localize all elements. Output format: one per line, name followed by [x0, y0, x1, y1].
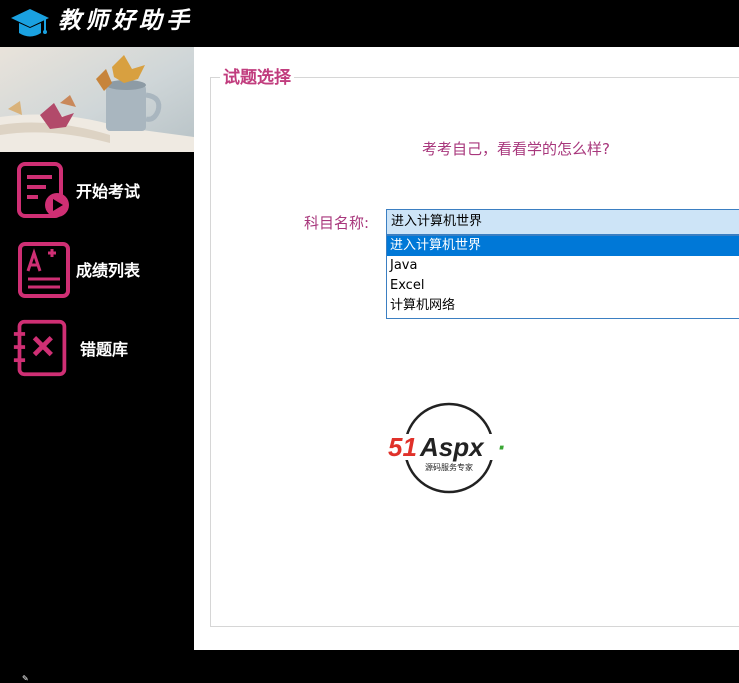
sidebar-item-label: 开始考试: [76, 182, 141, 201]
group-legend: 试题选择: [220, 65, 294, 91]
graduation-cap-icon: [11, 9, 49, 37]
decorative-glyph: ✎: [22, 674, 29, 683]
app-header: 教师好助手: [0, 0, 739, 47]
subject-name-label: 科目名称:: [304, 214, 370, 232]
svg-text:51: 51: [388, 432, 417, 462]
prompt-text: 考考自己，看看学的怎么样?: [422, 140, 610, 158]
sidebar-item-wrong-questions[interactable]: 错题库: [0, 315, 194, 385]
dropdown-option[interactable]: Excel: [387, 276, 739, 296]
sidebar-banner-image: [0, 47, 194, 152]
wrong-questions-icon: [13, 319, 67, 377]
sidebar-item-label: 成绩列表: [76, 261, 141, 280]
app-title: 教师好助手: [58, 7, 193, 34]
subject-dropdown-list: 进入计算机世界 Java Excel 计算机网络: [386, 235, 739, 319]
svg-text:Aspx: Aspx: [419, 432, 485, 462]
dropdown-option[interactable]: 计算机网络: [387, 296, 739, 316]
sidebar-item-label: 错题库: [80, 340, 129, 359]
sidebar-item-start-exam[interactable]: 开始考试: [0, 155, 194, 225]
dropdown-option[interactable]: 进入计算机世界: [387, 236, 739, 256]
51aspx-logo: 51 Aspx · 源码服务专家: [386, 402, 514, 494]
exam-start-icon: [17, 162, 69, 218]
main-panel: 试题选择 考考自己，看看学的怎么样? 科目名称: 进入计算机世界 进入计算机世界…: [194, 47, 739, 650]
sidebar-item-grade-list[interactable]: 成绩列表: [0, 235, 194, 305]
question-selection-group: [210, 77, 739, 627]
grade-list-icon: [18, 242, 70, 298]
svg-text:·: ·: [497, 432, 506, 462]
svg-text:源码服务专家: 源码服务专家: [425, 462, 473, 472]
dropdown-option[interactable]: Java: [387, 256, 739, 276]
subject-select[interactable]: 进入计算机世界: [386, 209, 739, 235]
